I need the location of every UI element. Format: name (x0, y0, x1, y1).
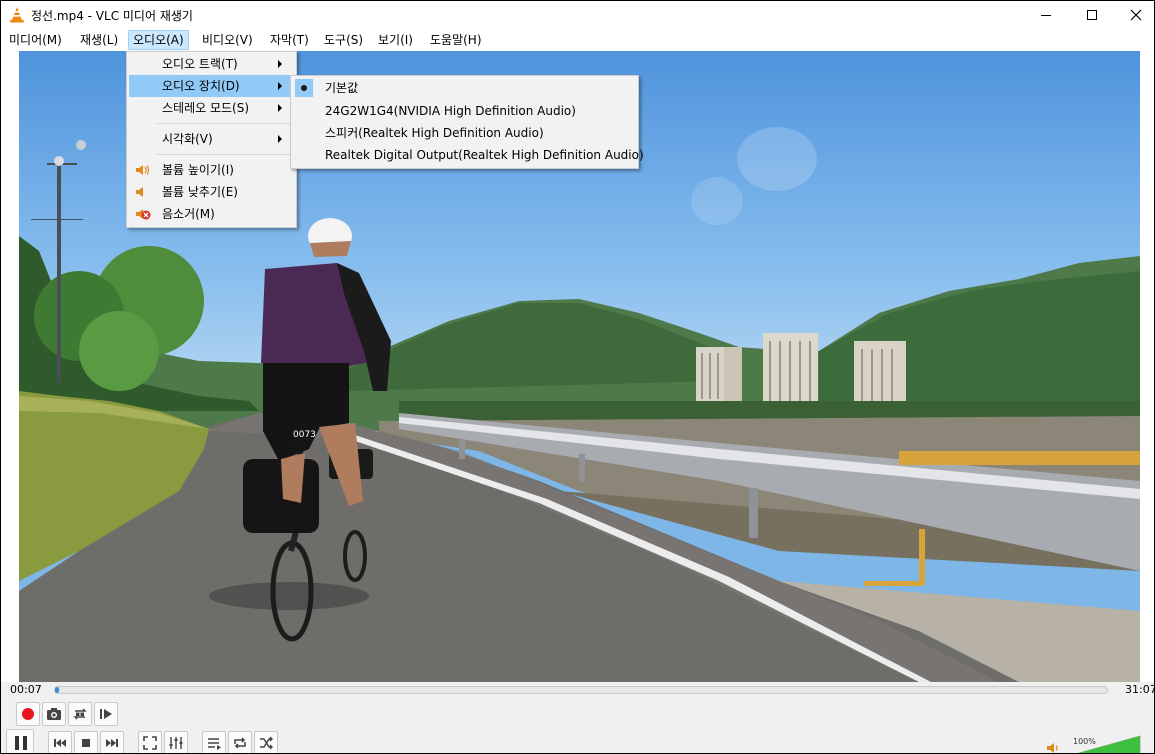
seek-progress (55, 687, 59, 693)
volume-up-label: 볼륨 높이기(I) (162, 163, 234, 177)
extended-settings-button[interactable] (164, 731, 188, 753)
audio-device-item[interactable]: 오디오 장치(D) (129, 75, 294, 97)
total-time: 31:07 (1125, 683, 1155, 696)
stop-icon (82, 739, 90, 747)
menu-media[interactable]: 미디어(M) (5, 30, 66, 50)
next-button[interactable] (100, 731, 124, 753)
volume-up-icon (136, 165, 150, 175)
visualization-label: 시각화(V) (162, 132, 213, 146)
menu-bar: 미디어(M) 재생(L) 오디오(A) 비디오(V) 자막(T) 도구(S) 보… (1, 29, 1154, 51)
elapsed-time: 00:07 (10, 683, 42, 696)
fullscreen-button[interactable] (138, 731, 162, 753)
record-icon (22, 708, 34, 720)
loop-button[interactable] (228, 731, 252, 753)
menu-view[interactable]: 보기(I) (374, 30, 417, 50)
shuffle-icon (260, 736, 273, 750)
close-button[interactable] (1113, 1, 1154, 29)
device-nvidia-label: 24G2W1G4(NVIDIA High Definition Audio) (325, 104, 576, 118)
shuffle-button[interactable] (254, 731, 278, 753)
visualization-item[interactable]: 시각화(V) (129, 128, 294, 150)
fullscreen-icon (143, 736, 157, 750)
menu-tools[interactable]: 도구(S) (320, 30, 367, 50)
audio-device-submenu: 기본값 24G2W1G4(NVIDIA High Definition Audi… (290, 75, 644, 169)
stereo-mode-item[interactable]: 스테레오 모드(S) (129, 97, 294, 119)
submenu-arrow-icon (278, 82, 282, 90)
previous-button[interactable] (48, 731, 72, 753)
mute-icon (136, 209, 151, 220)
submenu-arrow-icon (278, 104, 282, 112)
minimize-icon (1041, 14, 1051, 16)
skip-previous-icon (54, 739, 66, 747)
minimize-button[interactable] (1023, 1, 1069, 29)
frame-step-icon (100, 709, 112, 719)
pause-icon (15, 736, 27, 750)
menu-help[interactable]: 도움말(H) (426, 30, 486, 50)
device-speaker-item[interactable]: 스피커(Realtek High Definition Audio) (293, 122, 636, 144)
audio-device-label: 오디오 장치(D) (162, 79, 240, 93)
maximize-icon (1087, 10, 1097, 20)
loop-ab-button[interactable] (68, 702, 92, 726)
mute-item[interactable]: 음소거(M) (129, 203, 294, 225)
device-digital-item[interactable]: Realtek Digital Output(Realtek High Defi… (293, 144, 644, 166)
menu-playback[interactable]: 재생(L) (76, 30, 122, 50)
menu-subtitle[interactable]: 자막(T) (266, 30, 313, 50)
playlist-icon (208, 738, 221, 750)
vlc-window: 정선.mp4 - VLC 미디어 재생기 미디어(M) 재생(L) 오디오(A)… (0, 0, 1155, 754)
menu-audio[interactable]: 오디오(A) (128, 30, 189, 50)
title-bar: 정선.mp4 - VLC 미디어 재생기 (1, 1, 1154, 29)
repeat-icon (234, 737, 246, 749)
volume-up-item[interactable]: 볼륨 높이기(I) (129, 159, 294, 181)
loop-ab-icon (73, 708, 87, 720)
device-digital-label: Realtek Digital Output(Realtek High Defi… (325, 148, 644, 162)
maximize-button[interactable] (1069, 1, 1115, 29)
volume-percent: 100% (1073, 737, 1096, 746)
submenu-arrow-icon (278, 135, 282, 143)
menu-separator (157, 154, 293, 155)
bib-number: 0073 (293, 430, 316, 440)
volume-down-label: 볼륨 낮추기(E) (162, 185, 238, 199)
equalizer-icon (169, 737, 183, 749)
camera-icon (47, 708, 61, 720)
volume-speaker-icon[interactable] (1046, 742, 1060, 754)
volume-down-item[interactable]: 볼륨 낮추기(E) (129, 181, 294, 203)
device-nvidia-item[interactable]: 24G2W1G4(NVIDIA High Definition Audio) (293, 100, 636, 122)
window-title: 정선.mp4 - VLC 미디어 재생기 (31, 9, 193, 23)
stop-button[interactable] (74, 731, 98, 753)
close-icon (1130, 9, 1142, 21)
control-bar: 00:07 31:07 100% (1, 682, 1155, 754)
audio-menu: 오디오 트랙(T) 오디오 장치(D) 스테레오 모드(S) 시각화(V) 볼륨… (126, 51, 297, 228)
audio-track-item[interactable]: 오디오 트랙(T) (129, 53, 294, 75)
seek-slider[interactable] (54, 686, 1108, 694)
menu-separator (157, 123, 293, 124)
audio-track-label: 오디오 트랙(T) (162, 57, 238, 71)
record-button[interactable] (16, 702, 40, 726)
device-default-item[interactable]: 기본값 (293, 77, 636, 99)
menu-video[interactable]: 비디오(V) (198, 30, 257, 50)
radio-selected-icon (295, 79, 313, 97)
volume-down-icon (136, 187, 143, 197)
submenu-arrow-icon (278, 60, 282, 68)
snapshot-button[interactable] (42, 702, 66, 726)
stereo-mode-label: 스테레오 모드(S) (162, 101, 250, 115)
device-default-label: 기본값 (325, 81, 359, 95)
vlc-cone-icon (10, 7, 24, 23)
frame-step-button[interactable] (94, 702, 118, 726)
pause-button[interactable] (6, 729, 34, 753)
device-speaker-label: 스피커(Realtek High Definition Audio) (325, 126, 544, 140)
mute-label: 음소거(M) (162, 207, 215, 221)
playlist-button[interactable] (202, 731, 226, 753)
skip-next-icon (106, 739, 118, 747)
